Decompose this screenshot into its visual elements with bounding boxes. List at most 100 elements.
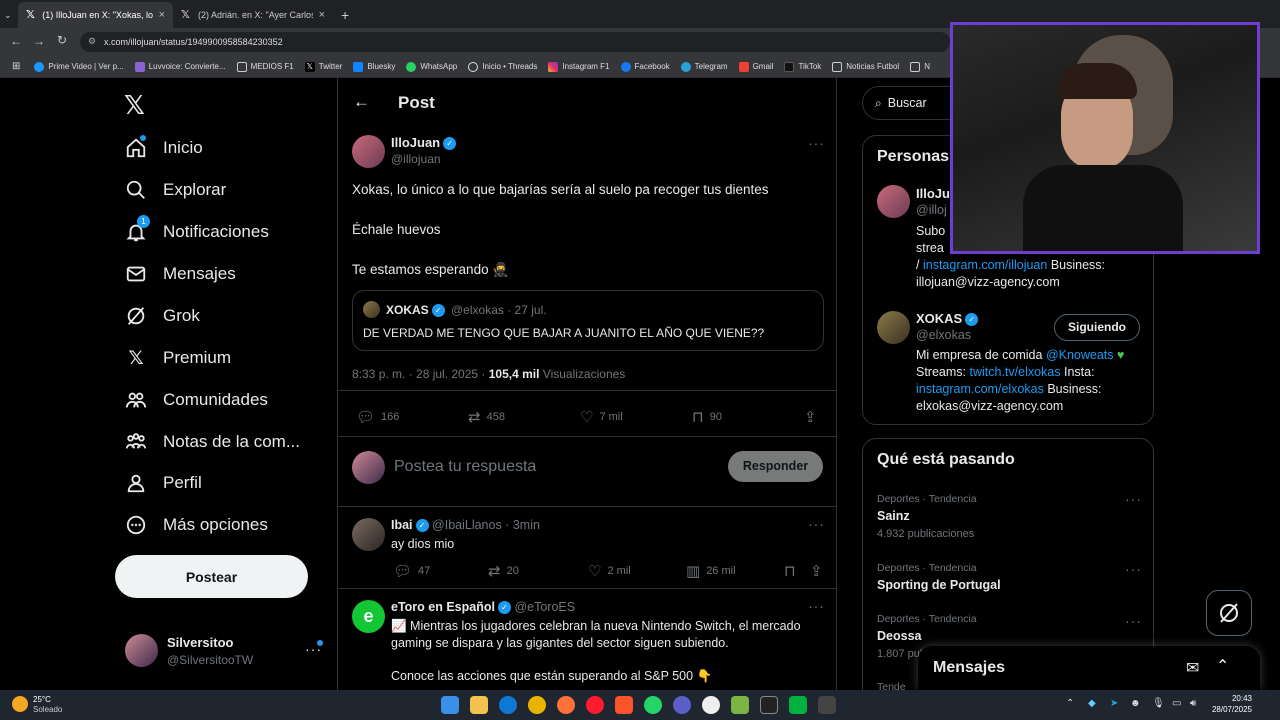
bio-link[interactable]: twitch.tv/elxokas: [970, 365, 1061, 379]
views-button[interactable]: ▥ 26 mil: [686, 562, 736, 580]
nav-item-perfil[interactable]: Perfil: [125, 472, 202, 494]
share-button[interactable]: ⇪: [810, 562, 829, 580]
reply-input[interactable]: Postea tu respuesta: [394, 458, 536, 476]
post-author-handle[interactable]: @illojuan: [391, 152, 441, 166]
bookmark-item[interactable]: 𝕏 Twitter: [304, 61, 342, 72]
network-icon[interactable]: ▭: [1172, 698, 1181, 709]
bookmark-item[interactable]: Facebook: [620, 61, 670, 72]
nav-item-inicio[interactable]: Inicio: [125, 135, 203, 159]
clock-date[interactable]: 28/07/2025: [1208, 705, 1252, 714]
new-tab-button[interactable]: +: [333, 2, 357, 28]
bookmark-item[interactable]: Instagram F1: [548, 61, 610, 72]
app-icon[interactable]: [760, 696, 778, 714]
person-name[interactable]: IlloJu: [916, 186, 950, 201]
telegram-tray-icon[interactable]: ➤: [1110, 698, 1118, 709]
bookmark-item[interactable]: Prime Video | Ver p...: [34, 61, 124, 72]
nav-item-mas-opciones[interactable]: Más opciones: [125, 514, 268, 536]
chrome-icon[interactable]: [528, 696, 546, 714]
whatsapp-icon[interactable]: [644, 696, 662, 714]
app-icon[interactable]: [702, 696, 720, 714]
back-arrow-icon[interactable]: ←: [10, 34, 22, 48]
tab-active[interactable]: 𝕏 (1) IlloJuan en X: "Xokas, lo únic ×: [18, 2, 173, 28]
reply-button[interactable]: 💬︎ 166: [356, 408, 399, 426]
app-icon[interactable]: [818, 696, 836, 714]
reply-button[interactable]: 💬︎ 47: [393, 562, 430, 580]
nav-item-premium[interactable]: 𝕏 Premium: [125, 347, 231, 369]
more-icon[interactable]: ···: [1125, 491, 1142, 507]
url-field[interactable]: ⚙ x.com/illojuan/status/1949900958584230…: [80, 32, 950, 52]
bio-mention[interactable]: @Knoweats: [1046, 348, 1114, 362]
bookmark-item[interactable]: Bluesky: [353, 61, 395, 72]
bookmark-item[interactable]: Luvvoice: Convierte...: [134, 61, 226, 72]
file-explorer-icon[interactable]: [470, 696, 488, 714]
back-arrow-icon[interactable]: ←: [353, 92, 370, 112]
bookmark-item[interactable]: N: [910, 61, 930, 72]
nav-item-explorar[interactable]: Explorar: [125, 179, 226, 201]
bookmark-item[interactable]: TikTok: [784, 61, 821, 72]
volume-icon[interactable]: 🔊︎: [1190, 698, 1196, 709]
following-button[interactable]: Siguiendo: [1054, 314, 1140, 341]
bio-link[interactable]: instagram.com/illojuan: [923, 258, 1047, 272]
bookmark-item[interactable]: WhatsApp: [406, 61, 457, 72]
account-switcher[interactable]: Silversitoo @SilversitooTW ···: [115, 623, 325, 679]
clock-time[interactable]: 20:43: [1208, 694, 1252, 703]
weather-temp[interactable]: 25°C: [33, 695, 51, 704]
reload-icon[interactable]: ↻: [57, 33, 67, 47]
close-icon[interactable]: ×: [153, 9, 165, 21]
tray-chevron-icon[interactable]: ⌃: [1066, 698, 1074, 709]
new-message-icon[interactable]: ✉: [1186, 658, 1199, 678]
app-icon[interactable]: [731, 696, 749, 714]
microphone-icon[interactable]: 🎙︎: [1152, 698, 1165, 709]
discord-tray-icon[interactable]: ☻: [1130, 698, 1141, 709]
more-icon[interactable]: ···: [808, 598, 825, 614]
like-button[interactable]: ♡ 2 mil: [588, 562, 631, 580]
apps-grid-icon[interactable]: ⊞: [12, 61, 20, 72]
close-icon[interactable]: ×: [313, 9, 325, 21]
expand-up-icon[interactable]: ⌃: [1216, 656, 1229, 676]
more-icon[interactable]: ···: [808, 516, 825, 532]
quoted-post[interactable]: XOKAS ✓ @elxokas · 27 jul. DE VERDAD ME T…: [352, 290, 824, 351]
more-icon[interactable]: ···: [1125, 613, 1142, 629]
forward-arrow-icon[interactable]: →: [33, 34, 45, 48]
post-author-name[interactable]: IlloJuan ✓: [391, 135, 457, 151]
bookmark-item[interactable]: MEDIOS F1: [236, 61, 294, 72]
messages-drawer[interactable]: Mensajes ✉ ⌃: [918, 646, 1260, 690]
nav-item-comunidades[interactable]: Comunidades: [125, 389, 268, 411]
responder-button[interactable]: Responder: [728, 451, 823, 482]
grok-button[interactable]: [1206, 590, 1252, 636]
reply-post[interactable]: Ibai ✓ @IbaiLlanos · 3min ··· ay dios mio…: [338, 506, 836, 588]
opera-icon[interactable]: [586, 696, 604, 714]
trend-item[interactable]: Deportes · Tendencia Sainz 4.932 publica…: [863, 487, 1153, 547]
app-icon[interactable]: [789, 696, 807, 714]
firefox-icon[interactable]: [557, 696, 575, 714]
bookmark-button[interactable]: ⊓ 90: [692, 408, 722, 426]
more-icon[interactable]: ···: [808, 135, 825, 151]
tab-search-chevron[interactable]: ⌄: [0, 2, 18, 28]
person-name[interactable]: XOKAS ✓: [916, 311, 979, 327]
tray-icon[interactable]: ◆: [1088, 698, 1096, 709]
post-button[interactable]: Postear: [115, 555, 308, 598]
app-icon[interactable]: [673, 696, 691, 714]
tab-inactive[interactable]: 𝕏 (2) Adrián. en X: "Ayer Carlos p ×: [173, 2, 333, 28]
brave-icon[interactable]: [615, 696, 633, 714]
like-button[interactable]: ♡ 7 mil: [580, 408, 623, 426]
avatar[interactable]: [352, 135, 385, 168]
nav-item-notas[interactable]: Notas de la com...: [125, 431, 300, 453]
site-info-icon[interactable]: ⚙: [88, 36, 96, 47]
repost-button[interactable]: ⇄ 458: [468, 408, 505, 426]
bookmark-item[interactable]: Gmail: [738, 61, 773, 72]
share-button[interactable]: ⇪: [804, 408, 823, 426]
avatar[interactable]: [877, 311, 910, 344]
windows-start-icon[interactable]: [441, 696, 459, 714]
x-logo-icon[interactable]: 𝕏: [124, 90, 145, 121]
repost-button[interactable]: ⇄ 20: [488, 562, 519, 580]
nav-item-mensajes[interactable]: Mensajes: [125, 263, 236, 285]
promoted-post[interactable]: e eToro en Español ✓ @eToroES ··· 📈 Mient…: [338, 588, 836, 690]
edge-icon[interactable]: [499, 696, 517, 714]
avatar[interactable]: [877, 185, 910, 218]
nav-item-notificaciones[interactable]: 1 Notificaciones: [125, 215, 269, 243]
bookmark-item[interactable]: Noticias Futbol: [832, 61, 899, 72]
bookmark-button[interactable]: ⊓: [784, 562, 802, 580]
more-icon[interactable]: ···: [1125, 561, 1142, 577]
bookmark-item[interactable]: Telegram: [680, 61, 728, 72]
